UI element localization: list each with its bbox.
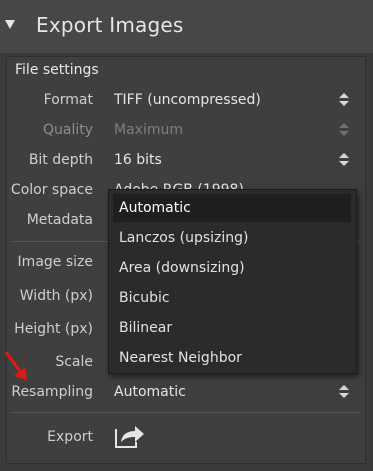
resampling-select[interactable]: Automatic bbox=[114, 384, 186, 400]
quality-select: Maximum bbox=[114, 122, 183, 138]
export-share-icon[interactable] bbox=[114, 423, 146, 449]
quality-label: Quality bbox=[42, 122, 93, 138]
dropdown-option-bicubic[interactable]: Bicubic bbox=[113, 284, 351, 312]
export-divider bbox=[12, 412, 360, 413]
format-label: Format bbox=[43, 92, 93, 108]
bit-depth-select[interactable]: 16 bits bbox=[114, 152, 162, 168]
annotation-arrow-icon bbox=[2, 349, 34, 385]
collapse-triangle-icon[interactable] bbox=[5, 20, 15, 29]
scale-label: Scale bbox=[55, 354, 93, 370]
resampling-dropdown-menu: Automatic Lanczos (upsizing) Area (downs… bbox=[108, 189, 357, 374]
format-select[interactable]: TIFF (uncompressed) bbox=[114, 92, 261, 108]
dropdown-option-bilinear[interactable]: Bilinear bbox=[113, 314, 351, 342]
panel-title: Export Images bbox=[36, 13, 184, 37]
dropdown-option-lanczos[interactable]: Lanczos (upsizing) bbox=[113, 224, 351, 252]
image-size-heading: Image size bbox=[17, 254, 93, 270]
export-label: Export bbox=[47, 429, 93, 445]
bit-depth-label: Bit depth bbox=[28, 152, 93, 168]
resampling-stepper-icon[interactable] bbox=[339, 385, 349, 399]
dropdown-option-automatic[interactable]: Automatic bbox=[113, 194, 351, 222]
format-stepper-icon[interactable] bbox=[339, 93, 349, 107]
export-images-header[interactable]: Export Images bbox=[0, 0, 373, 53]
metadata-label: Metadata bbox=[26, 212, 93, 228]
dropdown-option-area[interactable]: Area (downsizing) bbox=[113, 254, 351, 282]
height-label: Height (px) bbox=[14, 321, 93, 337]
color-space-label: Color space bbox=[10, 182, 93, 198]
dropdown-option-nearest-neighbor[interactable]: Nearest Neighbor bbox=[113, 344, 351, 372]
width-label: Width (px) bbox=[19, 288, 93, 304]
quality-stepper-icon bbox=[339, 123, 349, 137]
file-settings-heading: File settings bbox=[15, 62, 99, 78]
resampling-label: Resampling bbox=[11, 384, 93, 400]
bit-depth-stepper-icon[interactable] bbox=[339, 153, 349, 167]
